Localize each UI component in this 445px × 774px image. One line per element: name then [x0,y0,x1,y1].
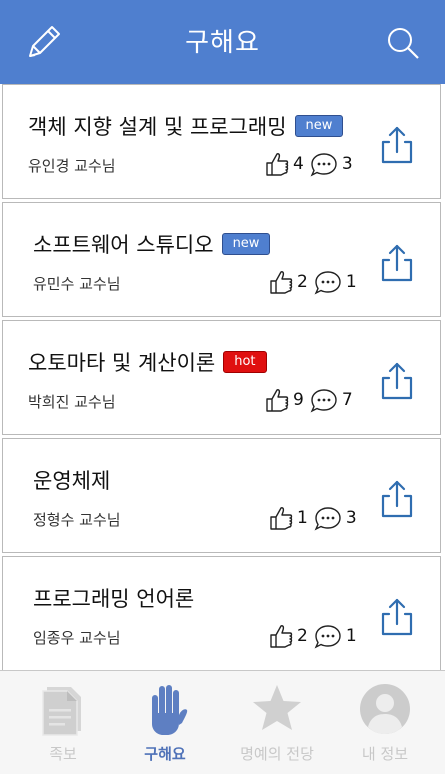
thumbs-up-icon[interactable] [265,387,289,413]
thumbs-up-icon[interactable] [269,505,293,531]
like-count: 1 [297,508,308,528]
tab-hall-of-fame[interactable]: 명예의 전당 [222,681,332,763]
share-icon[interactable] [377,361,417,401]
bottom-tab-bar: 족보 구해요 명예의 전당 내 정보 [0,670,445,774]
new-badge: new [221,233,271,255]
post-title: 오토마타 및 계산이론 [28,351,216,375]
professor-name: 정형수 교수님 [33,511,121,529]
comment-icon[interactable] [310,387,338,413]
profile-icon [360,684,410,734]
share-icon[interactable] [377,479,417,519]
post-card[interactable]: 객체 지향 설계 및 프로그래밍 new 유인경 교수님 4 3 [2,84,441,199]
tab-jokbo[interactable]: 족보 [8,681,118,763]
post-card[interactable]: 프로그래밍 언어론 임종우 교수님 2 1 [2,556,441,671]
share-icon[interactable] [377,243,417,283]
professor-name: 박희진 교수님 [28,393,116,411]
star-icon [253,685,301,730]
thumbs-up-icon[interactable] [265,151,289,177]
document-icon [42,687,81,736]
like-count: 2 [297,626,308,646]
post-title: 객체 지향 설계 및 프로그래밍 [28,115,287,139]
like-count: 9 [293,390,304,410]
app-header: 구해요 [0,0,445,84]
like-count: 4 [293,154,304,174]
tab-label: 명예의 전당 [240,745,314,763]
tab-label: 구해요 [144,745,186,763]
post-card[interactable]: 오토마타 및 계산이론 hot 박희진 교수님 9 7 [2,320,441,435]
new-badge: new [294,115,344,137]
post-title: 소프트웨어 스튜디오 [33,233,214,257]
comment-count: 3 [345,508,357,528]
post-card[interactable]: 소프트웨어 스튜디오 new 유민수 교수님 2 1 [2,202,441,317]
hot-badge: hot [223,351,267,373]
post-title: 운영체제 [33,469,111,493]
post-title: 프로그래밍 언어론 [33,587,195,611]
search-icon[interactable] [384,24,422,62]
post-card[interactable]: 운영체제 정형수 교수님 1 3 [2,438,441,553]
comment-count: 1 [345,626,357,646]
page-title: 구해요 [185,28,260,58]
tab-request[interactable]: 구해요 [110,681,220,763]
professor-name: 임종우 교수님 [33,629,121,647]
comment-count: 7 [341,390,353,410]
comment-count: 1 [345,272,357,292]
tab-my-info[interactable]: 내 정보 [330,681,440,763]
professor-name: 유인경 교수님 [28,157,116,175]
comment-icon[interactable] [314,623,342,649]
professor-name: 유민수 교수님 [33,275,121,293]
tab-label: 족보 [49,745,77,763]
tab-label: 내 정보 [361,745,409,763]
comment-count: 3 [341,154,353,174]
share-icon[interactable] [377,125,417,165]
share-icon[interactable] [377,597,417,637]
comment-icon[interactable] [314,269,342,295]
comment-icon[interactable] [314,505,342,531]
raised-hand-icon [152,685,188,735]
thumbs-up-icon[interactable] [269,623,293,649]
like-count: 2 [297,272,308,292]
comment-icon[interactable] [310,151,338,177]
post-list: 객체 지향 설계 및 프로그래밍 new 유인경 교수님 4 3 소프트웨어 스… [0,84,445,671]
thumbs-up-icon[interactable] [269,269,293,295]
